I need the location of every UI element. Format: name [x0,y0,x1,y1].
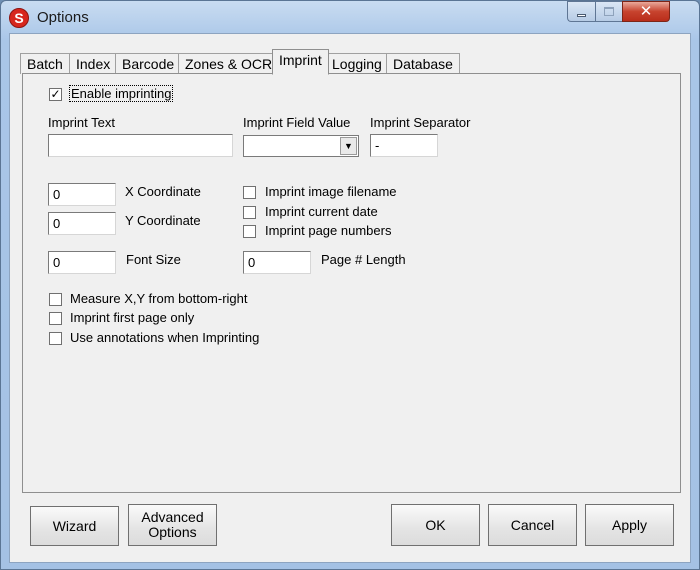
tab-logging[interactable]: Logging [325,53,389,74]
apply-button-label: Apply [611,516,648,533]
cancel-button-label: Cancel [510,516,555,533]
chevron-down-icon[interactable]: ▼ [340,137,357,155]
tab-zones-ocr[interactable]: Zones & OCR [178,53,280,74]
font-size-label: Font Size [126,252,181,267]
imprint-image-filename-checkbox[interactable] [243,186,256,199]
close-button[interactable]: ✕ [622,1,670,22]
tab-batch[interactable]: Batch [20,53,70,74]
font-size-input[interactable] [48,251,116,274]
tab-barcode[interactable]: Barcode [115,53,182,74]
ok-button-label: OK [425,516,446,533]
apply-button[interactable]: Apply [585,504,674,546]
imprint-first-page-only-label[interactable]: Imprint first page only [70,310,194,325]
use-annotations-checkbox[interactable] [49,332,62,345]
advanced-options-button-label: Advanced Options [141,509,204,540]
imprint-text-input[interactable] [48,134,233,157]
tab-imprint[interactable]: Imprint [272,49,329,75]
use-annotations-label[interactable]: Use annotations when Imprinting [70,330,259,345]
close-icon: ✕ [639,2,653,20]
app-logo-icon: S [9,8,29,28]
tab-index[interactable]: Index [69,53,118,74]
measure-from-bottom-right-checkbox[interactable] [49,293,62,306]
imprint-first-page-only-checkbox[interactable] [49,312,62,325]
enable-imprinting-text: Enable imprinting [69,85,174,102]
imprint-field-value-label: Imprint Field Value [243,115,351,130]
window-title: Options [37,9,89,26]
imprint-page-numbers-checkbox[interactable] [243,225,256,238]
advanced-options-button[interactable]: Advanced Options [128,504,217,546]
options-dialog: S Options ✕ Batch Index Barcode Zones & … [0,0,700,570]
dialog-client-area: Batch Index Barcode Zones & OCR Imprint … [9,33,691,563]
page-number-length-input[interactable] [243,251,311,274]
tab-database[interactable]: Database [386,53,460,74]
imprint-image-filename-label[interactable]: Imprint image filename [265,184,397,199]
minimize-button[interactable] [567,1,595,22]
cancel-button[interactable]: Cancel [488,504,577,546]
x-coordinate-input[interactable] [48,183,116,206]
imprint-tab-panel: ✓ Enable imprinting Imprint Text Imprint… [22,73,681,493]
imprint-separator-label: Imprint Separator [370,115,471,130]
page-number-length-label: Page # Length [321,252,406,267]
imprint-page-numbers-label[interactable]: Imprint page numbers [265,223,391,238]
measure-from-bottom-right-label[interactable]: Measure X,Y from bottom-right [70,291,248,306]
title-bar[interactable]: S Options ✕ [1,1,699,33]
y-coordinate-input[interactable] [48,212,116,235]
imprint-field-value-select[interactable]: ▼ [243,135,359,157]
imprint-current-date-checkbox[interactable] [243,206,256,219]
maximize-button[interactable] [595,1,622,22]
imprint-separator-input[interactable] [370,134,438,157]
wizard-button[interactable]: Wizard [30,506,119,546]
imprint-current-date-label[interactable]: Imprint current date [265,204,378,219]
ok-button[interactable]: OK [391,504,480,546]
wizard-button-label: Wizard [52,517,97,534]
maximize-icon [604,7,614,16]
enable-imprinting-checkbox[interactable]: ✓ [49,88,62,101]
x-coordinate-label: X Coordinate [125,184,201,199]
minimize-icon [577,14,586,17]
y-coordinate-label: Y Coordinate [125,213,201,228]
imprint-text-label: Imprint Text [48,115,115,130]
window-controls: ✕ [567,1,693,23]
enable-imprinting-label[interactable]: Enable imprinting [69,85,174,102]
